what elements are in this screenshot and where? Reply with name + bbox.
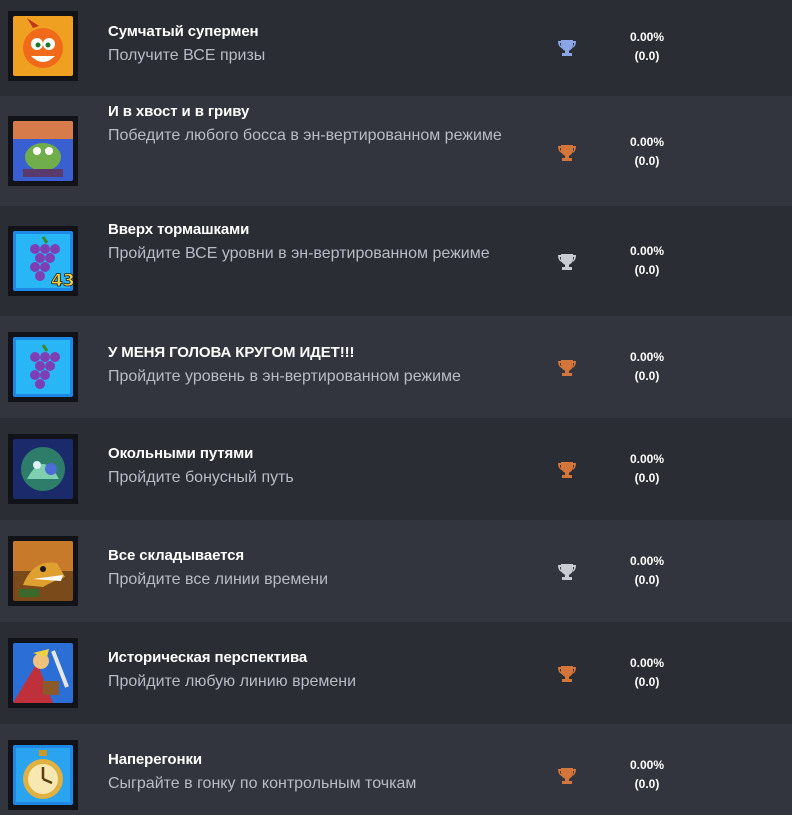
- bronze-trophy-icon: [557, 460, 577, 480]
- achievement-title: Все складывается: [108, 547, 245, 564]
- achievement-description: Пройдите ВСЕ уровни в эн-вертированном р…: [108, 245, 490, 262]
- achievement-row[interactable]: И в хвост и в гриву Победите любого босс…: [0, 96, 792, 206]
- achievement-stats: 0.00% (0.0): [612, 450, 682, 488]
- achievement-title: Сумчатый супермен: [108, 23, 259, 40]
- completion-percent: 0.00%: [629, 758, 665, 772]
- completion-score: (0.0): [634, 675, 660, 689]
- achievement-text: У МЕНЯ ГОЛОВА КРУГОМ ИДЕТ!!! Пройдите ур…: [108, 343, 508, 389]
- achievement-title: Наперегонки: [108, 751, 202, 768]
- achievement-stats: 0.00% (0.0): [612, 654, 682, 692]
- achievement-description: Получите ВСЕ призы: [108, 47, 266, 64]
- achievement-description: Пройдите бонусный путь: [108, 469, 294, 486]
- achievement-stats: 0.00% (0.0): [612, 133, 682, 171]
- achievement-row[interactable]: Окольными путями Пройдите бонусный путь …: [0, 418, 792, 520]
- achievement-text: Вверх тормашками Пройдите ВСЕ уровни в э…: [108, 220, 508, 266]
- achievement-text: Наперегонки Сыграйте в гонку по контроль…: [108, 750, 508, 796]
- achievement-list: Сумчатый супермен Получите ВСЕ призы 0.0…: [0, 0, 792, 815]
- bronze-trophy-icon: [557, 766, 577, 786]
- achievement-row[interactable]: Сумчатый супермен Получите ВСЕ призы 0.0…: [0, 0, 792, 96]
- hero-icon: [8, 638, 78, 708]
- achievement-description: Пройдите все линии времени: [108, 571, 329, 588]
- bronze-trophy-icon: [557, 664, 577, 684]
- achievement-title: Историческая перспектива: [108, 649, 308, 666]
- achievement-row[interactable]: У МЕНЯ ГОЛОВА КРУГОМ ИДЕТ!!! Пройдите ур…: [0, 316, 792, 418]
- achievement-title: У МЕНЯ ГОЛОВА КРУГОМ ИДЕТ!!!: [108, 344, 355, 361]
- grapes-icon: [8, 332, 78, 402]
- completion-score: (0.0): [634, 154, 660, 168]
- achievement-stats: 0.00% (0.0): [612, 28, 682, 66]
- achievement-title: Вверх тормашками: [108, 221, 250, 238]
- achievement-text: Окольными путями Пройдите бонусный путь: [108, 444, 508, 490]
- achievement-row[interactable]: 43 Вверх тормашками Пройдите ВСЕ уровни …: [0, 206, 792, 316]
- bronze-trophy-icon: [557, 143, 577, 163]
- completion-score: (0.0): [634, 263, 660, 277]
- bronze-trophy-icon: [557, 358, 577, 378]
- completion-score: (0.0): [634, 49, 660, 63]
- completion-score: (0.0): [634, 369, 660, 383]
- completion-percent: 0.00%: [629, 452, 665, 466]
- silver-trophy-icon: [557, 252, 577, 272]
- achievement-text: И в хвост и в гриву Победите любого босс…: [108, 102, 508, 148]
- crash-icon: [8, 11, 78, 81]
- achievement-stats: 0.00% (0.0): [612, 242, 682, 280]
- completion-percent: 0.00%: [629, 656, 665, 670]
- boss-icon: [8, 116, 78, 186]
- stopwatch-icon: [8, 740, 78, 810]
- achievement-stats: 0.00% (0.0): [612, 552, 682, 590]
- achievement-text: Сумчатый супермен Получите ВСЕ призы: [108, 22, 508, 68]
- completion-percent: 0.00%: [629, 350, 665, 364]
- completion-score: (0.0): [634, 573, 660, 587]
- achievement-title: Окольными путями: [108, 445, 254, 462]
- platinum-trophy-icon: [557, 38, 577, 58]
- completion-percent: 0.00%: [629, 554, 665, 568]
- achievement-stats: 0.00% (0.0): [612, 756, 682, 794]
- achievement-row[interactable]: Все складывается Пройдите все линии врем…: [0, 520, 792, 622]
- achievement-stats: 0.00% (0.0): [612, 348, 682, 386]
- achievement-description: Пройдите уровень в эн-вертированном режи…: [108, 368, 461, 385]
- achievement-row[interactable]: Историческая перспектива Пройдите любую …: [0, 622, 792, 724]
- completion-score: (0.0): [634, 777, 660, 791]
- completion-percent: 0.00%: [629, 30, 665, 44]
- achievement-title: И в хвост и в гриву: [108, 103, 250, 120]
- achievement-row[interactable]: Наперегонки Сыграйте в гонку по контроль…: [0, 724, 792, 815]
- grapes-43-icon: 43: [8, 226, 78, 296]
- bonus-path-icon: [8, 434, 78, 504]
- dingodile-icon: [8, 536, 78, 606]
- achievement-text: Историческая перспектива Пройдите любую …: [108, 648, 508, 694]
- achievement-text: Все складывается Пройдите все линии врем…: [108, 546, 508, 592]
- achievement-description: Сыграйте в гонку по контрольным точкам: [108, 775, 417, 792]
- silver-trophy-icon: [557, 562, 577, 582]
- completion-percent: 0.00%: [629, 244, 665, 258]
- completion-percent: 0.00%: [629, 135, 665, 149]
- achievement-description: Победите любого босса в эн-вертированном…: [108, 127, 502, 144]
- completion-score: (0.0): [634, 471, 660, 485]
- count-badge: 43: [51, 271, 73, 291]
- achievement-description: Пройдите любую линию времени: [108, 673, 357, 690]
